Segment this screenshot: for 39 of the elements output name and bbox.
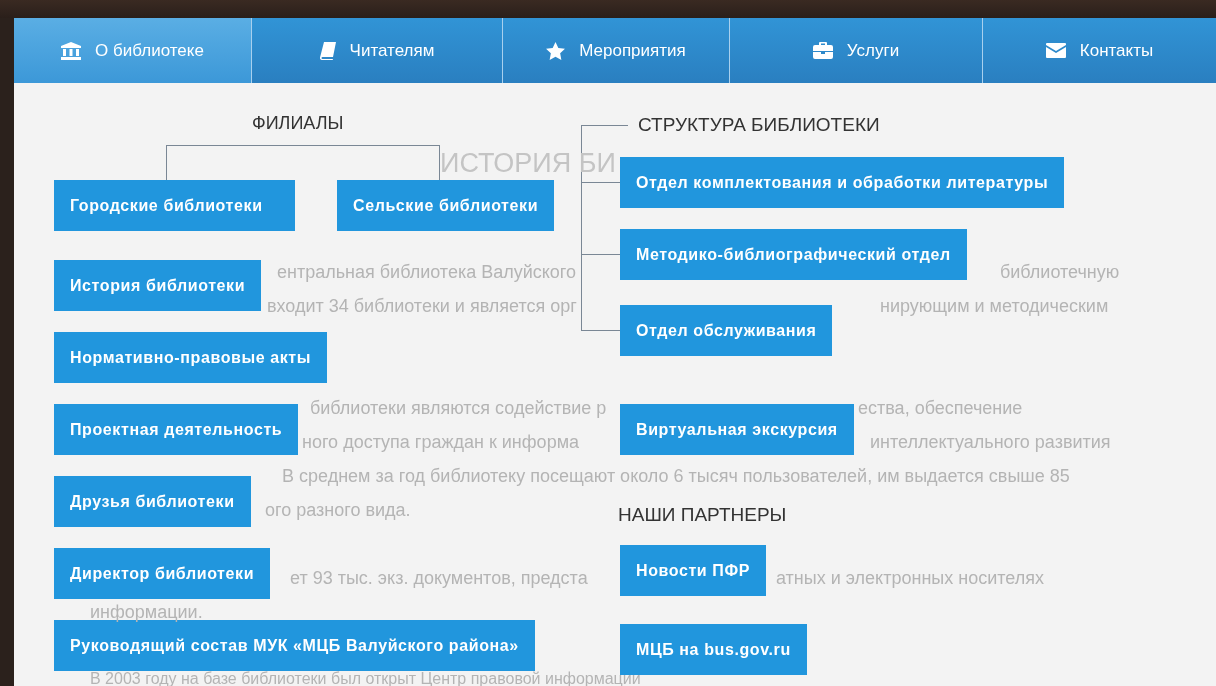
bank-icon (61, 41, 82, 60)
paragraph-text: интеллектуального развития (870, 432, 1111, 453)
menu-link[interactable]: Друзья библиотеки (54, 476, 251, 527)
paragraph-text: нирующим и методическим (880, 296, 1109, 317)
menu-link[interactable]: МЦБ на bus.gov.ru (620, 624, 807, 675)
menu-link[interactable]: Отдел обслуживания (620, 305, 833, 356)
menu-link[interactable]: Отдел комплектования и обработки литературы (620, 157, 1065, 208)
menu-link[interactable]: Проектная деятельность (54, 404, 299, 455)
paragraph-text: входит 34 библиотеки и является орг (267, 296, 577, 317)
paragraph-text: информации. (90, 602, 203, 623)
section-heading: НАШИ ПАРТНЕРЫ (618, 504, 788, 527)
menu-link[interactable]: Сельские библиотеки (337, 180, 555, 231)
envelope-icon (1045, 43, 1066, 58)
nav-tab[interactable]: Услуги (730, 18, 983, 83)
menu-link[interactable]: Методико-библиографический отдел (620, 229, 967, 280)
paragraph-text: ества, обеспечение (858, 398, 1023, 419)
briefcase-icon (812, 42, 833, 59)
menu-link[interactable]: История библиотеки (54, 260, 262, 311)
nav-tab[interactable]: Читателям (252, 18, 503, 83)
menu-link[interactable]: Новости ПФР (620, 545, 766, 596)
paragraph-text: библиотеки являются содействие р (310, 398, 607, 419)
paragraph-text: библиотечную (1000, 262, 1120, 283)
paragraph-text: ентральная библиотека Валуйского (277, 262, 576, 283)
paragraph-text: ет 93 тыс. экз. документов, предста (290, 568, 588, 589)
nav-tab[interactable]: Мероприятия (503, 18, 730, 83)
nav-tab[interactable]: Контакты (983, 18, 1216, 83)
section-heading: СТРУКТУРА БИБЛИОТЕКИ (638, 114, 880, 136)
book-icon (319, 41, 336, 60)
paragraph-text: ного доступа граждан к информа (302, 432, 580, 453)
section-heading: ФИЛИАЛЫ (252, 113, 345, 135)
menu-link[interactable]: Директор библиотеки (54, 548, 271, 599)
menu-link[interactable]: Нормативно-правовые акты (54, 332, 328, 383)
paragraph-text: В среднем за год библиотеку посещают около 6 тысяч пользователей, им выдается свыше 85 (282, 466, 1070, 487)
star-icon (546, 41, 566, 60)
nav-tab[interactable]: О библиотеке (14, 18, 252, 83)
menu-link[interactable]: Виртуальная экскурсия (620, 404, 854, 455)
menu-link[interactable]: Городские библиотеки (54, 180, 295, 231)
paragraph-text: атных и электронных носителях (776, 568, 1044, 589)
paragraph-text: ого разного вида. (265, 500, 411, 521)
